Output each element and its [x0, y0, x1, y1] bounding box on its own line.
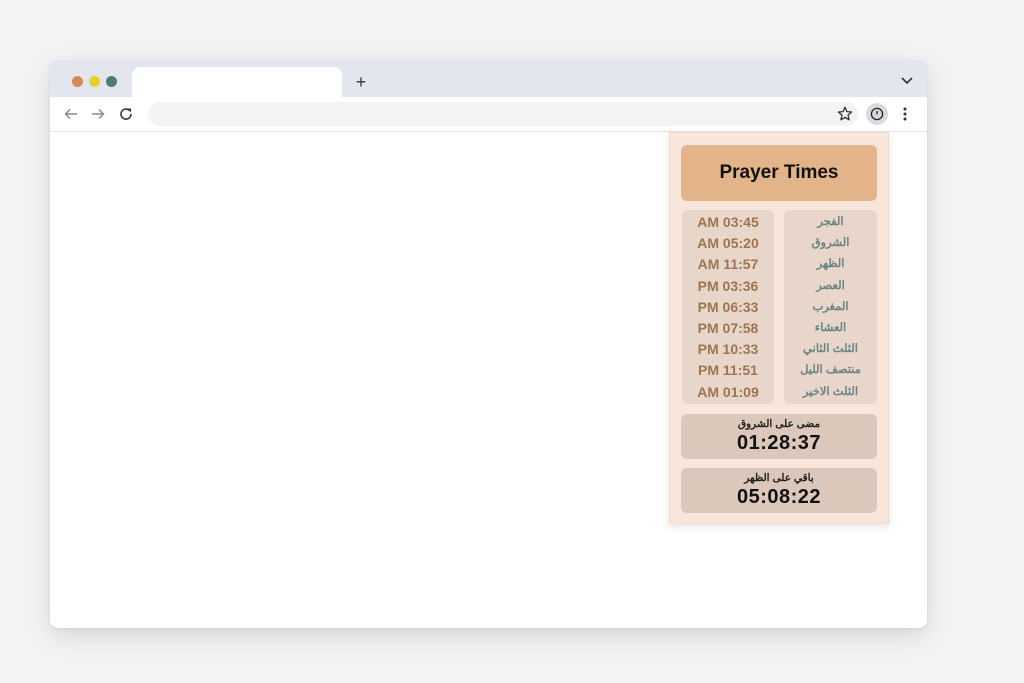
prayer-time: PM 11:51	[698, 362, 758, 379]
prayer-name: المغرب	[812, 300, 849, 313]
elapsed-value: 01:28:37	[736, 432, 822, 454]
prayer-name: الثلث الاخير	[802, 385, 859, 398]
maximize-window-button[interactable]	[106, 76, 117, 87]
clock-icon[interactable]	[866, 103, 888, 125]
browser-window: + Prayer Times AM 03:45 AM 05:20 AM 11:5…	[50, 60, 927, 628]
prayer-name: الثلث الثاني	[803, 343, 858, 356]
prayer-time: AM 01:09	[697, 383, 759, 400]
prayer-name: منتصف الليل	[800, 364, 861, 377]
prayer-name: الشروق	[811, 237, 850, 250]
minimize-window-button[interactable]	[89, 76, 100, 87]
remaining-value: 05:08:22	[736, 486, 822, 508]
prayer-times-popup: Prayer Times AM 03:45 AM 05:20 AM 11:57 …	[669, 132, 889, 524]
prayer-name: العصر	[816, 279, 845, 292]
reload-icon[interactable]	[117, 105, 135, 123]
close-window-button[interactable]	[72, 76, 83, 87]
times-column: AM 03:45 AM 05:20 AM 11:57 PM 03:36 PM 0…	[682, 210, 774, 404]
prayer-time: PM 06:33	[697, 298, 759, 315]
chevron-down-icon[interactable]	[899, 72, 915, 88]
prayer-name: الظهر	[816, 258, 845, 271]
prayer-time: AM 11:57	[697, 256, 759, 273]
popup-title: Prayer Times	[681, 145, 877, 201]
prayer-time: AM 03:45	[697, 214, 759, 230]
remaining-label: باقي على الظهر	[744, 472, 814, 484]
prayer-time: PM 03:36	[697, 277, 759, 294]
elapsed-counter: مضى على الشروق 01:28:37	[681, 414, 877, 459]
prayer-name: الفجر	[817, 216, 844, 228]
names-column: الفجر الشروق الظهر العصر المغرب العشاء ا…	[784, 210, 877, 404]
arrow-right-icon[interactable]	[89, 105, 107, 123]
browser-toolbar	[50, 97, 927, 132]
kebab-menu-icon[interactable]	[896, 105, 914, 123]
prayer-time: AM 05:20	[697, 235, 759, 252]
arrow-left-icon[interactable]	[62, 105, 80, 123]
star-icon[interactable]	[836, 105, 854, 123]
prayer-time: PM 10:33	[697, 341, 759, 358]
active-tab[interactable]	[132, 67, 342, 97]
prayer-time: PM 07:58	[697, 319, 759, 336]
new-tab-button[interactable]: +	[351, 69, 371, 95]
tab-strip: +	[50, 60, 927, 97]
remaining-counter: باقي على الظهر 05:08:22	[681, 468, 877, 513]
prayer-name: العشاء	[814, 321, 847, 334]
elapsed-label: مضى على الشروق	[737, 418, 821, 430]
address-bar[interactable]	[148, 102, 858, 126]
